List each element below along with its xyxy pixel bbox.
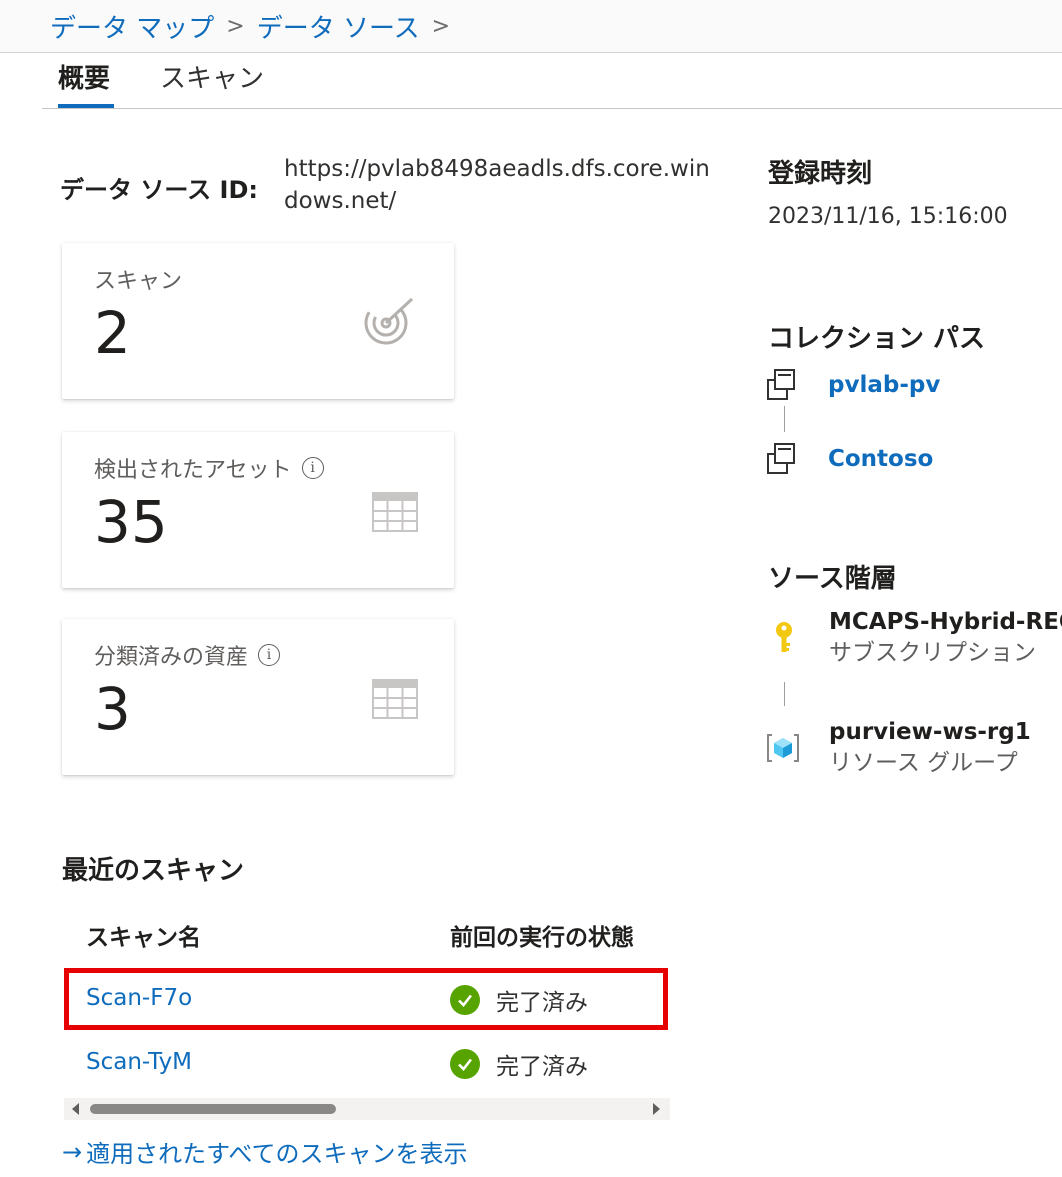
recent-scans-title: 最近のスキャン bbox=[62, 856, 245, 886]
collection-link-contoso[interactable]: Contoso bbox=[828, 446, 933, 472]
data-source-id-label: データ ソース ID: bbox=[60, 176, 258, 204]
collection-path-title: コレクション パス bbox=[768, 324, 986, 354]
tab-scans[interactable]: スキャン bbox=[160, 58, 264, 95]
subscription-name: MCAPS-Hybrid-REQ bbox=[829, 609, 1062, 635]
breadcrumb-data-map[interactable]: データ マップ bbox=[50, 8, 214, 45]
scan-link-scan-f7o[interactable]: Scan-F7o bbox=[86, 985, 192, 1011]
breadcrumb: データ マップ > データ ソース > bbox=[50, 8, 462, 45]
breadcrumb-data-sources[interactable]: データ ソース bbox=[257, 8, 420, 45]
collection-item-pvlab-pv: pvlab-pv bbox=[766, 368, 940, 402]
resource-group-icon bbox=[767, 734, 799, 762]
column-header-scan-name: スキャン名 bbox=[86, 925, 201, 951]
scan-status: 完了済み bbox=[450, 1047, 588, 1081]
subscription-type: サブスクリプション bbox=[829, 640, 1036, 666]
collection-icon bbox=[767, 369, 795, 400]
resource-group-name: purview-ws-rg1 bbox=[829, 719, 1031, 745]
source-hierarchy-title: ソース階層 bbox=[768, 564, 897, 594]
hierarchy-item-resource-group: purview-ws-rg1 リソース グループ bbox=[766, 717, 1031, 779]
resource-group-type: リソース グループ bbox=[829, 750, 1018, 776]
breadcrumb-chevron-icon: > bbox=[431, 14, 451, 39]
table-row: Scan-F7o 完了済み bbox=[64, 968, 668, 1030]
check-circle-icon bbox=[450, 1049, 480, 1079]
view-all-scans-label: 適用されたすべてのスキャンを表示 bbox=[86, 1140, 468, 1168]
key-icon bbox=[776, 622, 792, 652]
table-icon bbox=[372, 679, 418, 719]
classified-assets-label: 分類済みの資産 bbox=[94, 645, 249, 670]
hierarchy-item-subscription: MCAPS-Hybrid-REQ サブスクリプション bbox=[774, 607, 1062, 669]
classified-assets-card: 分類済みの資産 i 3 bbox=[62, 619, 454, 775]
collection-connector bbox=[784, 406, 785, 432]
scans-card: スキャン 2 bbox=[62, 243, 454, 399]
collection-icon bbox=[767, 443, 795, 474]
scroll-right-arrow-icon[interactable] bbox=[653, 1103, 660, 1115]
scan-status-label: 完了済み bbox=[496, 990, 588, 1016]
scan-status: 完了済み bbox=[450, 983, 588, 1017]
info-icon[interactable]: i bbox=[258, 644, 281, 666]
scan-status-label: 完了済み bbox=[496, 1054, 588, 1080]
discovered-assets-card-title: 検出されたアセット i bbox=[94, 452, 324, 484]
scroll-left-arrow-icon[interactable] bbox=[72, 1103, 79, 1115]
classified-assets-card-value: 3 bbox=[94, 675, 131, 743]
table-row: Scan-TyM 完了済み bbox=[64, 1034, 668, 1096]
scrollbar-thumb[interactable] bbox=[90, 1104, 336, 1114]
classified-assets-card-title: 分類済みの資産 i bbox=[94, 639, 281, 671]
column-header-last-run-status: 前回の実行の状態 bbox=[450, 925, 634, 951]
registration-time-value: 2023/11/16, 15:16:00 bbox=[768, 204, 1008, 229]
horizontal-scrollbar[interactable] bbox=[64, 1098, 670, 1120]
registration-time-title: 登録時刻 bbox=[768, 159, 873, 189]
view-all-scans-link[interactable]: → 適用されたすべてのスキャンを表示 bbox=[62, 1134, 467, 1169]
tabs-divider bbox=[42, 108, 1062, 109]
breadcrumb-chevron-icon: > bbox=[226, 14, 245, 39]
scan-link-scan-tym[interactable]: Scan-TyM bbox=[86, 1049, 192, 1075]
table-icon bbox=[372, 492, 418, 532]
tab-selected-indicator bbox=[58, 104, 114, 108]
arrow-right-icon: → bbox=[62, 1137, 83, 1166]
discovered-assets-card-value: 35 bbox=[94, 488, 168, 556]
tab-overview[interactable]: 概要 bbox=[58, 58, 110, 95]
info-icon[interactable]: i bbox=[301, 457, 324, 479]
hierarchy-connector bbox=[784, 682, 785, 706]
discovered-assets-card: 検出されたアセット i 35 bbox=[62, 432, 454, 588]
collection-link-pvlab-pv[interactable]: pvlab-pv bbox=[828, 372, 940, 398]
collection-item-contoso: Contoso bbox=[766, 442, 933, 476]
scans-card-title: スキャン bbox=[94, 269, 183, 294]
discovered-assets-label: 検出されたアセット bbox=[94, 458, 292, 483]
data-source-id-value: https://pvlab8498aeadls.dfs.core.windows… bbox=[284, 156, 710, 214]
scans-card-value: 2 bbox=[94, 299, 131, 367]
check-circle-icon bbox=[450, 985, 480, 1015]
radar-scan-icon bbox=[364, 297, 414, 345]
